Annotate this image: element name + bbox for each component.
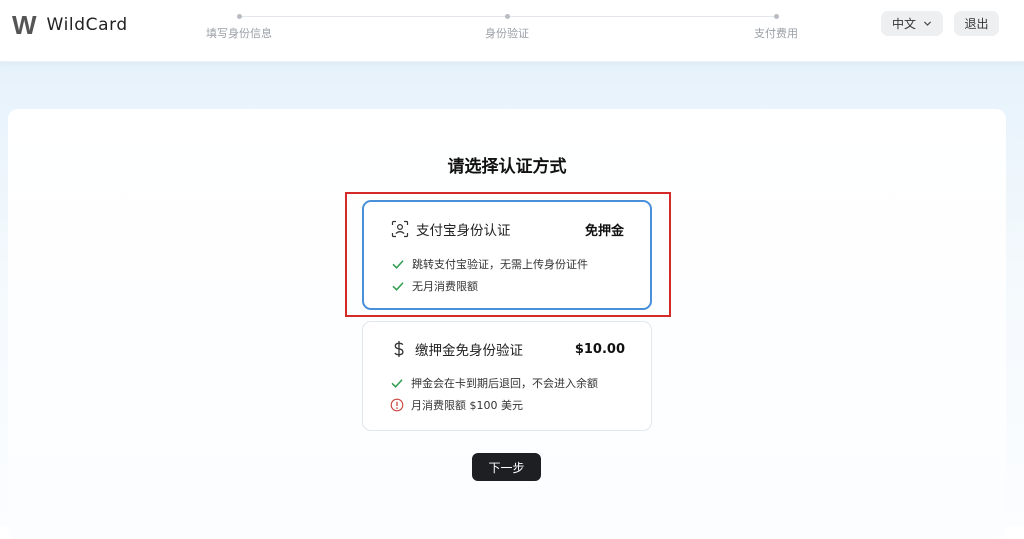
dollar-icon <box>394 341 404 357</box>
logo-mark: W <box>12 10 37 40</box>
app-name: WildCard <box>46 15 128 35</box>
option-title: 缴押金免身份验证 <box>415 343 523 359</box>
info-icon <box>390 398 404 412</box>
option-price: $10.00 <box>574 341 625 357</box>
step-label-verification: 身份验证 <box>485 27 529 40</box>
top-header: W WildCard 填写身份信息 身份验证 支付费用 中文 退出 <box>0 0 1024 62</box>
option-header: 缴押金免身份验证 $10.00 <box>390 339 625 359</box>
face-scan-icon <box>391 220 409 238</box>
logout-button[interactable]: 退出 <box>954 11 999 36</box>
check-icon <box>391 379 403 388</box>
check-icon <box>392 260 404 269</box>
option-alipay-verification[interactable]: 支付宝身份认证 免押金 跳转支付宝验证，无需上传身份证件 无月消费限额 <box>362 200 652 310</box>
feature-text: 月消费限额 $100 美元 <box>411 399 523 412</box>
feature-row: 跳转支付宝验证，无需上传身份证件 <box>391 256 588 272</box>
step-dot-3 <box>774 14 779 19</box>
feature-text: 跳转支付宝验证，无需上传身份证件 <box>412 258 588 271</box>
language-label: 中文 <box>891 17 916 31</box>
step-label-payment: 支付费用 <box>754 27 798 40</box>
feature-row: 无月消费限额 <box>391 278 478 294</box>
feature-row: 月消费限额 $100 美元 <box>390 397 523 413</box>
next-button[interactable]: 下一步 <box>472 453 541 481</box>
feature-text: 押金会在卡到期后退回，不会进入余额 <box>411 377 598 390</box>
feature-row: 押金会在卡到期后退回，不会进入余额 <box>390 375 598 391</box>
option-title: 支付宝身份认证 <box>416 223 511 239</box>
step-dot-2 <box>505 14 510 19</box>
check-icon <box>392 282 404 291</box>
option-header: 支付宝身份认证 免押金 <box>391 219 624 239</box>
option-price: 免押金 <box>584 223 624 239</box>
page-title: 请选择认证方式 <box>447 157 567 177</box>
step-label-fill-info: 填写身份信息 <box>206 27 272 40</box>
option-deposit-no-verification[interactable]: 缴押金免身份验证 $10.00 押金会在卡到期后退回，不会进入余额 月消费限额 … <box>362 321 652 431</box>
chevron-down-icon <box>923 21 932 26</box>
feature-text: 无月消费限额 <box>412 280 478 293</box>
step-dot-1 <box>237 14 242 19</box>
language-select[interactable]: 中文 <box>881 11 943 36</box>
app-logo[interactable]: W WildCard <box>12 12 128 38</box>
